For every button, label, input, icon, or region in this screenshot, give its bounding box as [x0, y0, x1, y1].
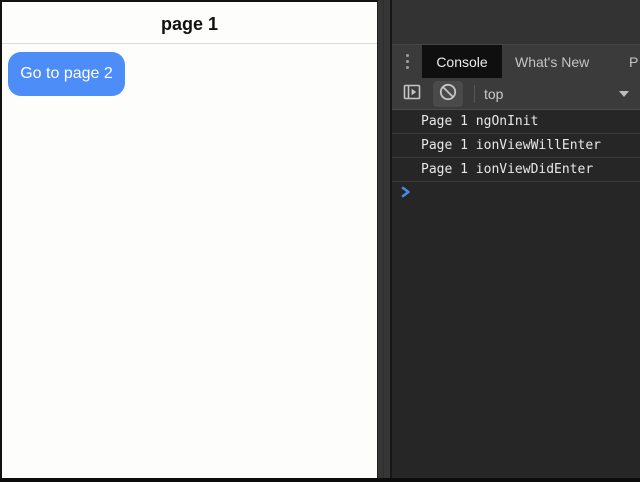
console-toolbar: top — [392, 78, 640, 110]
devtools-panel: Console What's New P — [392, 0, 640, 478]
screenshot-root: page 1 Go to page 2 Console What's New P — [0, 0, 640, 478]
clear-console-icon — [438, 82, 458, 105]
console-input[interactable] — [392, 182, 640, 206]
console-log: Page 1 ngOnInit Page 1 ionViewWillEnter … — [392, 110, 640, 478]
app-content: Go to page 2 — [2, 44, 377, 478]
window-bottom-edge — [0, 478, 640, 482]
devtools-top-strip — [392, 0, 640, 45]
chevron-down-icon — [619, 91, 629, 97]
app-pane: page 1 Go to page 2 — [0, 0, 377, 478]
console-message: Page 1 ionViewWillEnter — [392, 134, 640, 158]
console-sidebar-toggle-button[interactable] — [399, 81, 425, 107]
devtools-tab-bar: Console What's New P — [392, 45, 640, 78]
tab-whats-new[interactable]: What's New — [502, 45, 602, 78]
tab-clipped[interactable]: P — [629, 45, 640, 78]
console-prompt-chevron-icon — [400, 185, 412, 203]
app-header: page 1 — [2, 2, 377, 44]
kebab-menu-icon[interactable] — [392, 45, 422, 78]
console-sidebar-toggle-icon — [402, 82, 422, 105]
console-message: Page 1 ngOnInit — [392, 110, 640, 134]
context-selector-value: top — [484, 86, 503, 102]
go-to-page-2-button[interactable]: Go to page 2 — [8, 52, 125, 96]
toolbar-separator — [474, 85, 475, 103]
console-message: Page 1 ionViewDidEnter — [392, 158, 640, 182]
page-title: page 1 — [161, 10, 218, 35]
devtools-resize-handle[interactable] — [377, 0, 392, 478]
clear-console-button[interactable] — [433, 81, 463, 107]
tab-console[interactable]: Console — [422, 45, 502, 78]
javascript-context-selector[interactable]: top — [484, 86, 503, 102]
